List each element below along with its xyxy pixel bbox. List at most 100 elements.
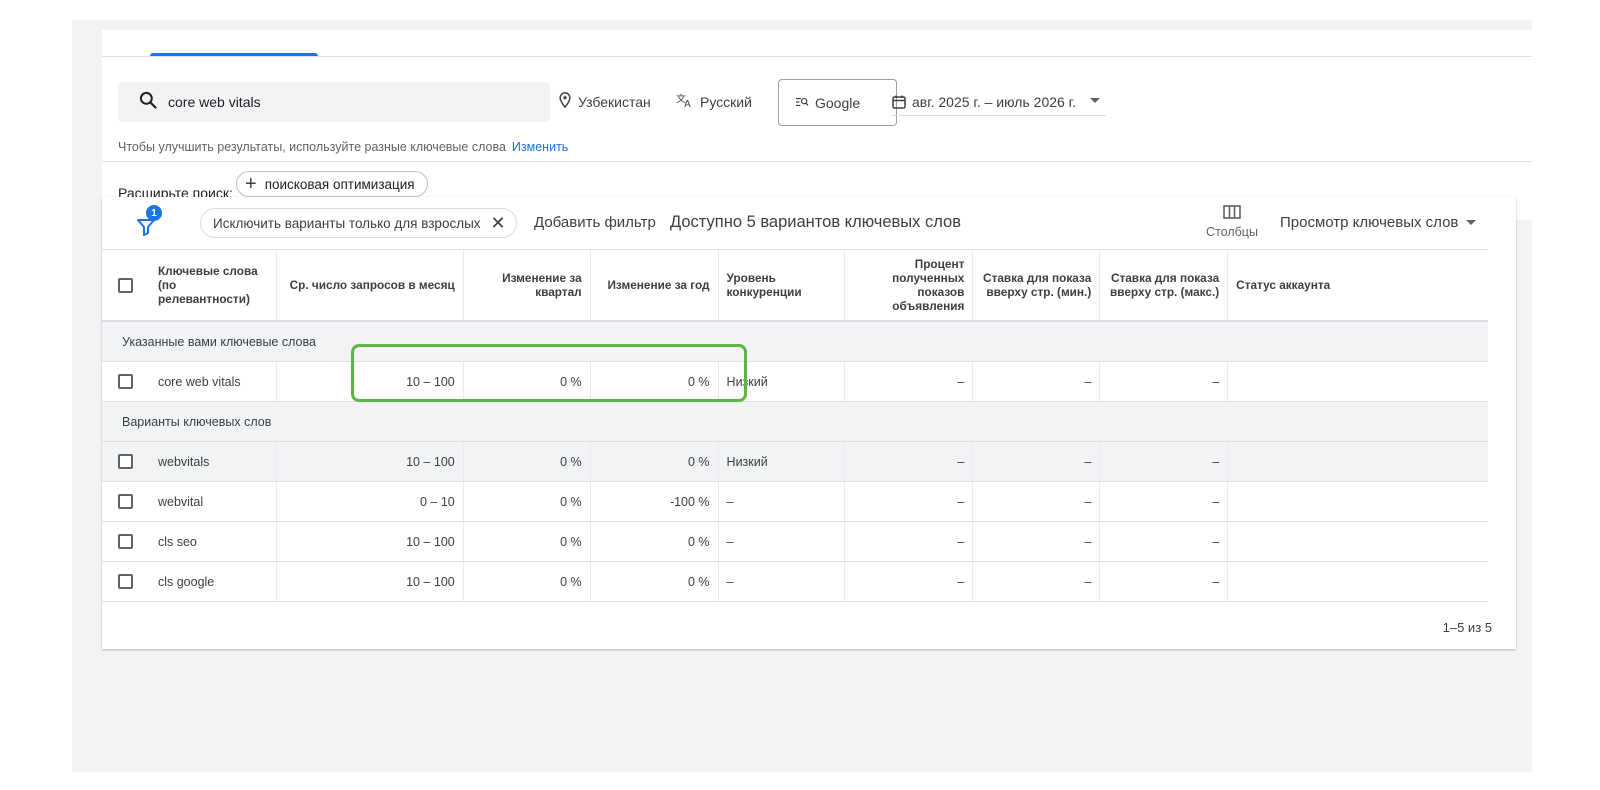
adult-filter-label: Исключить варианты только для взрослых — [213, 215, 481, 231]
impression-share-cell: – — [845, 442, 974, 481]
adult-filter-chip[interactable]: Исключить варианты только для взрослых ✕ — [200, 208, 517, 238]
keyword-cell: core web vitals — [150, 362, 277, 401]
keyword-cell: cls seo — [150, 522, 277, 561]
edit-link[interactable]: Изменить — [512, 140, 568, 154]
quarter-change-cell: 0 % — [464, 482, 591, 521]
header-bid-high[interactable]: Ставка для показа вверху стр. (макс.) — [1100, 250, 1229, 320]
add-filter-button[interactable]: Добавить фильтр — [534, 214, 656, 231]
search-input[interactable] — [168, 94, 528, 110]
keyword-search-box[interactable] — [118, 82, 550, 122]
available-count-label: Доступно 5 вариантов ключевых слов — [670, 213, 961, 231]
app-canvas: Узбекистан 文A Русский Google авг. 2025 г… — [72, 20, 1532, 772]
date-range-selector[interactable]: авг. 2025 г. – июль 2026 г. — [892, 88, 1106, 116]
keyword-cell: webvitals — [150, 442, 277, 481]
keywords-table-card: 1 Исключить варианты только для взрослых… — [102, 197, 1516, 649]
avg-searches-cell: 10 – 100 — [277, 362, 464, 401]
bid-low-cell: – — [973, 362, 1101, 401]
divider — [102, 161, 1532, 162]
table-row[interactable]: core web vitals 10 – 100 0 % 0 % Низкий … — [102, 362, 1488, 402]
bid-low-cell: – — [973, 442, 1101, 481]
language-label: Русский — [700, 93, 752, 110]
close-icon[interactable]: ✕ — [491, 214, 506, 232]
network-selector[interactable]: Google — [778, 79, 897, 126]
avg-searches-cell: 10 – 100 — [277, 442, 464, 481]
divider — [102, 56, 1532, 57]
header-competition[interactable]: Уровень конкуренции — [719, 250, 846, 320]
chevron-down-icon — [1466, 220, 1477, 225]
chevron-down-icon — [1090, 98, 1100, 103]
network-label: Google — [815, 94, 861, 111]
header-impression-share[interactable]: Процент полученных показов объявления — [845, 250, 974, 320]
account-status-cell — [1228, 442, 1488, 481]
group-header: Варианты ключевых слов — [102, 402, 1488, 442]
row-select-cell — [102, 442, 150, 481]
keyword-view-label: Просмотр ключевых слов — [1280, 214, 1459, 231]
select-all-checkbox[interactable] — [118, 277, 134, 293]
columns-label: Столбцы — [1206, 225, 1258, 239]
table-header: Ключевые слова (по релевантности) Ср. чи… — [102, 249, 1488, 322]
row-checkbox[interactable] — [118, 574, 134, 589]
year-change-cell: 0 % — [591, 522, 719, 561]
keyword-cell: webvital — [150, 482, 277, 521]
avg-searches-cell: 10 – 100 — [277, 522, 464, 561]
location-selector[interactable]: Узбекистан — [558, 92, 651, 111]
search-icon — [138, 90, 158, 115]
search-network-icon — [795, 95, 815, 111]
competition-cell: – — [719, 522, 846, 561]
row-select-cell — [102, 562, 150, 601]
select-all-cell — [102, 250, 150, 320]
avg-searches-cell: 0 – 10 — [277, 482, 464, 521]
account-status-cell — [1228, 482, 1488, 521]
table-toolbar: 1 Исключить варианты только для взрослых… — [102, 197, 1516, 249]
translate-icon: 文A — [676, 92, 700, 111]
competition-cell: – — [719, 562, 846, 601]
header-account-status[interactable]: Статус аккаунта — [1228, 250, 1488, 320]
impression-share-cell: – — [845, 522, 974, 561]
row-checkbox[interactable] — [118, 454, 134, 469]
bid-low-cell: – — [973, 522, 1101, 561]
row-checkbox[interactable] — [118, 534, 134, 549]
impression-share-cell: – — [845, 562, 974, 601]
date-range-label: авг. 2025 г. – июль 2026 г. — [912, 93, 1076, 110]
bid-high-cell: – — [1100, 482, 1229, 521]
keyword-view-selector[interactable]: Просмотр ключевых слов — [1280, 214, 1477, 231]
keyword-cell: cls google — [150, 562, 277, 601]
quarter-change-cell: 0 % — [464, 522, 591, 561]
group-header: Указанные вами ключевые слова — [102, 322, 1488, 362]
header-quarter-change[interactable]: Изменение за квартал — [464, 250, 591, 320]
expand-chip-label: поисковая оптимизация — [264, 176, 415, 192]
row-checkbox[interactable] — [118, 374, 134, 389]
plus-icon: + — [245, 173, 257, 195]
impression-share-cell: – — [845, 482, 974, 521]
account-status-cell — [1228, 522, 1488, 561]
account-status-cell — [1228, 562, 1488, 601]
header-bid-low[interactable]: Ставка для показа вверху стр. (мин.) — [973, 250, 1101, 320]
language-selector[interactable]: 文A Русский — [676, 92, 752, 111]
competition-cell: Низкий — [719, 362, 846, 401]
bid-low-cell: – — [973, 562, 1101, 601]
table-row[interactable]: cls seo 10 – 100 0 % 0 % – – – – — [102, 522, 1488, 562]
calendar-icon — [892, 95, 906, 109]
row-checkbox[interactable] — [118, 494, 134, 509]
year-change-cell: 0 % — [591, 562, 719, 601]
columns-icon — [1223, 205, 1241, 219]
table-row[interactable]: webvitals 10 – 100 0 % 0 % Низкий – – – — [102, 442, 1488, 482]
columns-button[interactable]: Столбцы — [1204, 205, 1260, 239]
table-row[interactable]: cls google 10 – 100 0 % 0 % – – – – — [102, 562, 1488, 602]
pagination-label: 1–5 из 5 — [1442, 620, 1492, 635]
expand-keyword-chip[interactable]: + поисковая оптимизация — [236, 171, 428, 197]
filter-count-badge: 1 — [146, 205, 162, 221]
row-select-cell — [102, 482, 150, 521]
header-avg-searches[interactable]: Ср. число запросов в месяц — [277, 250, 464, 320]
svg-text:A: A — [684, 99, 691, 108]
quarter-change-cell: 0 % — [464, 562, 591, 601]
table-row[interactable]: webvital 0 – 10 0 % -100 % – – – – — [102, 482, 1488, 522]
quarter-change-cell: 0 % — [464, 442, 591, 481]
row-select-cell — [102, 362, 150, 401]
quarter-change-cell: 0 % — [464, 362, 591, 401]
search-hint: Чтобы улучшить результаты, используйте р… — [118, 140, 568, 154]
header-keyword[interactable]: Ключевые слова (по релевантности) — [150, 250, 277, 320]
header-year-change[interactable]: Изменение за год — [591, 250, 719, 320]
row-select-cell — [102, 522, 150, 561]
search-panel: Узбекистан 文A Русский Google авг. 2025 г… — [102, 30, 1532, 220]
